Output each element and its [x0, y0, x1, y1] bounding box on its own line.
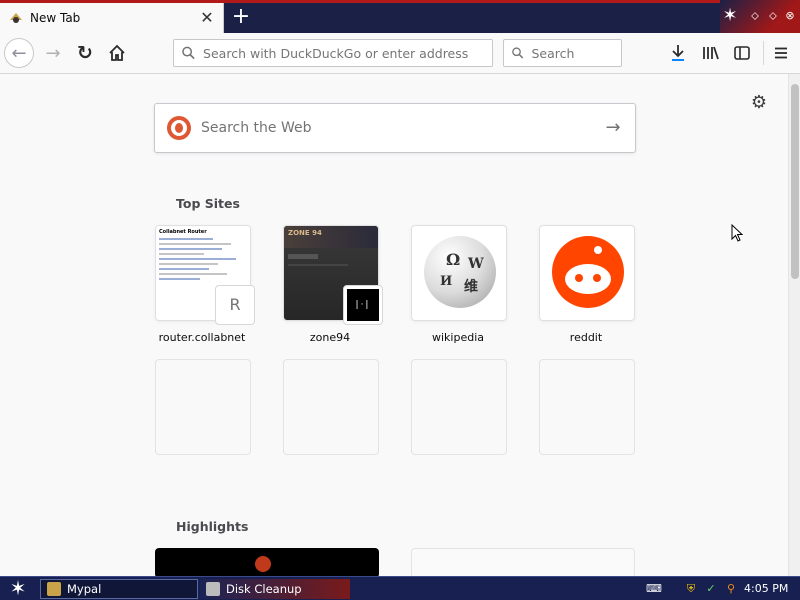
navigation-toolbar: ← → ↻	[0, 33, 800, 74]
taskbar-item-disk-cleanup[interactable]: Disk Cleanup	[200, 579, 350, 599]
top-site-label: reddit	[569, 331, 603, 344]
web-search-placeholder: Search the Web	[201, 120, 312, 136]
library-button[interactable]	[698, 41, 724, 65]
highlight-card[interactable]	[411, 548, 635, 576]
duckduckgo-logo-icon	[167, 116, 191, 140]
network-icon[interactable]: ✓	[704, 582, 718, 596]
close-window-button[interactable]: ⊗	[783, 9, 797, 23]
forward-arrow-icon: →	[45, 42, 61, 64]
scrollbar-thumb[interactable]	[791, 84, 799, 279]
url-bar[interactable]	[173, 39, 493, 67]
page-scrollbar[interactable]	[788, 74, 800, 576]
sidebar-icon	[734, 46, 750, 60]
zone94-badge-text: |·|	[347, 289, 379, 321]
search-tray-icon[interactable]: ⚲	[724, 582, 738, 596]
taskbar-item-label: Mypal	[67, 582, 102, 596]
highlight-card[interactable]	[155, 548, 379, 576]
zone94-badge-icon: |·|	[343, 285, 383, 325]
search-bar[interactable]	[503, 39, 622, 67]
clock[interactable]: 4:05 PM	[744, 582, 788, 595]
search-icon	[512, 47, 524, 59]
top-site-tile-reddit[interactable]	[539, 225, 635, 321]
hamburger-menu-icon	[775, 47, 787, 59]
minimize-button[interactable]: ⬦	[748, 9, 762, 23]
empty-top-site-slot[interactable]	[155, 359, 251, 455]
top-site-label: zone94	[309, 331, 351, 344]
top-site-label: wikipedia	[431, 331, 484, 344]
highlights-heading: Highlights	[176, 519, 249, 534]
reddit-logo-icon	[552, 236, 624, 308]
web-search-box[interactable]: Search the Web →	[154, 103, 636, 153]
top-sites-heading: Top Sites	[176, 196, 240, 211]
forward-button[interactable]: →	[38, 38, 68, 68]
empty-top-site-slot[interactable]	[539, 359, 635, 455]
theme-corner-decoration: ✶ ⬦ ⬦ ⊗	[720, 0, 800, 33]
home-button[interactable]	[102, 38, 132, 68]
new-tab-page: ⚙ Search the Web → Top Sites Collabnet R…	[0, 74, 788, 576]
home-icon	[109, 44, 125, 61]
empty-top-site-slot[interactable]	[411, 359, 507, 455]
tab-new-tab[interactable]: New Tab ✕	[0, 3, 224, 33]
taskbar-item-mypal[interactable]: Mypal	[40, 579, 198, 599]
mouse-cursor-icon	[731, 224, 743, 242]
mypal-app-icon	[47, 582, 61, 596]
url-input[interactable]	[203, 45, 492, 61]
wikipedia-globe-icon: Ω W И 维	[424, 236, 496, 308]
zone94-thumb-title: ZONE 94	[288, 229, 322, 237]
shield-icon[interactable]: ⛨	[684, 582, 698, 596]
tab-close-icon[interactable]: ✕	[199, 10, 215, 26]
library-icon	[703, 46, 719, 60]
search-input[interactable]	[531, 45, 621, 61]
router-badge-icon: R	[215, 285, 255, 325]
empty-top-site-slot[interactable]	[283, 359, 379, 455]
start-button[interactable]: ✶	[0, 577, 36, 600]
gear-icon[interactable]: ⚙	[750, 94, 768, 112]
disk-cleanup-icon	[206, 582, 220, 596]
taskbar: ✶ Mypal Disk Cleanup ⌨ ⛨ ✓ ⚲ 4:05 PM	[0, 576, 800, 600]
top-site-tile-wikipedia[interactable]: Ω W И 维	[411, 225, 507, 321]
menu-button[interactable]	[768, 41, 794, 65]
downloads-button[interactable]	[665, 41, 691, 65]
top-site-label: router.collabnet	[158, 331, 246, 344]
keyboard-icon[interactable]: ⌨	[646, 582, 662, 596]
back-button[interactable]: ←	[4, 38, 34, 68]
download-icon	[672, 45, 684, 61]
new-tab-button[interactable]: +	[226, 3, 256, 33]
back-arrow-icon: ←	[11, 42, 27, 64]
search-icon	[182, 46, 195, 60]
sidebar-button[interactable]	[729, 41, 755, 65]
search-go-arrow-icon[interactable]: →	[603, 118, 623, 138]
toolbar-divider	[763, 41, 764, 65]
star-icon: ✶	[722, 5, 738, 26]
maximize-button[interactable]: ⬦	[766, 9, 780, 23]
tab-title: New Tab	[30, 11, 81, 25]
tab-strip: New Tab ✕ + ✶ ⬦ ⬦ ⊗	[0, 0, 800, 33]
taskbar-item-label: Disk Cleanup	[226, 582, 302, 596]
reload-icon: ↻	[77, 42, 93, 64]
reload-button[interactable]: ↻	[70, 38, 100, 68]
mypal-favicon-icon	[10, 13, 22, 23]
router-thumb-title: Collabnet Router	[159, 229, 207, 235]
